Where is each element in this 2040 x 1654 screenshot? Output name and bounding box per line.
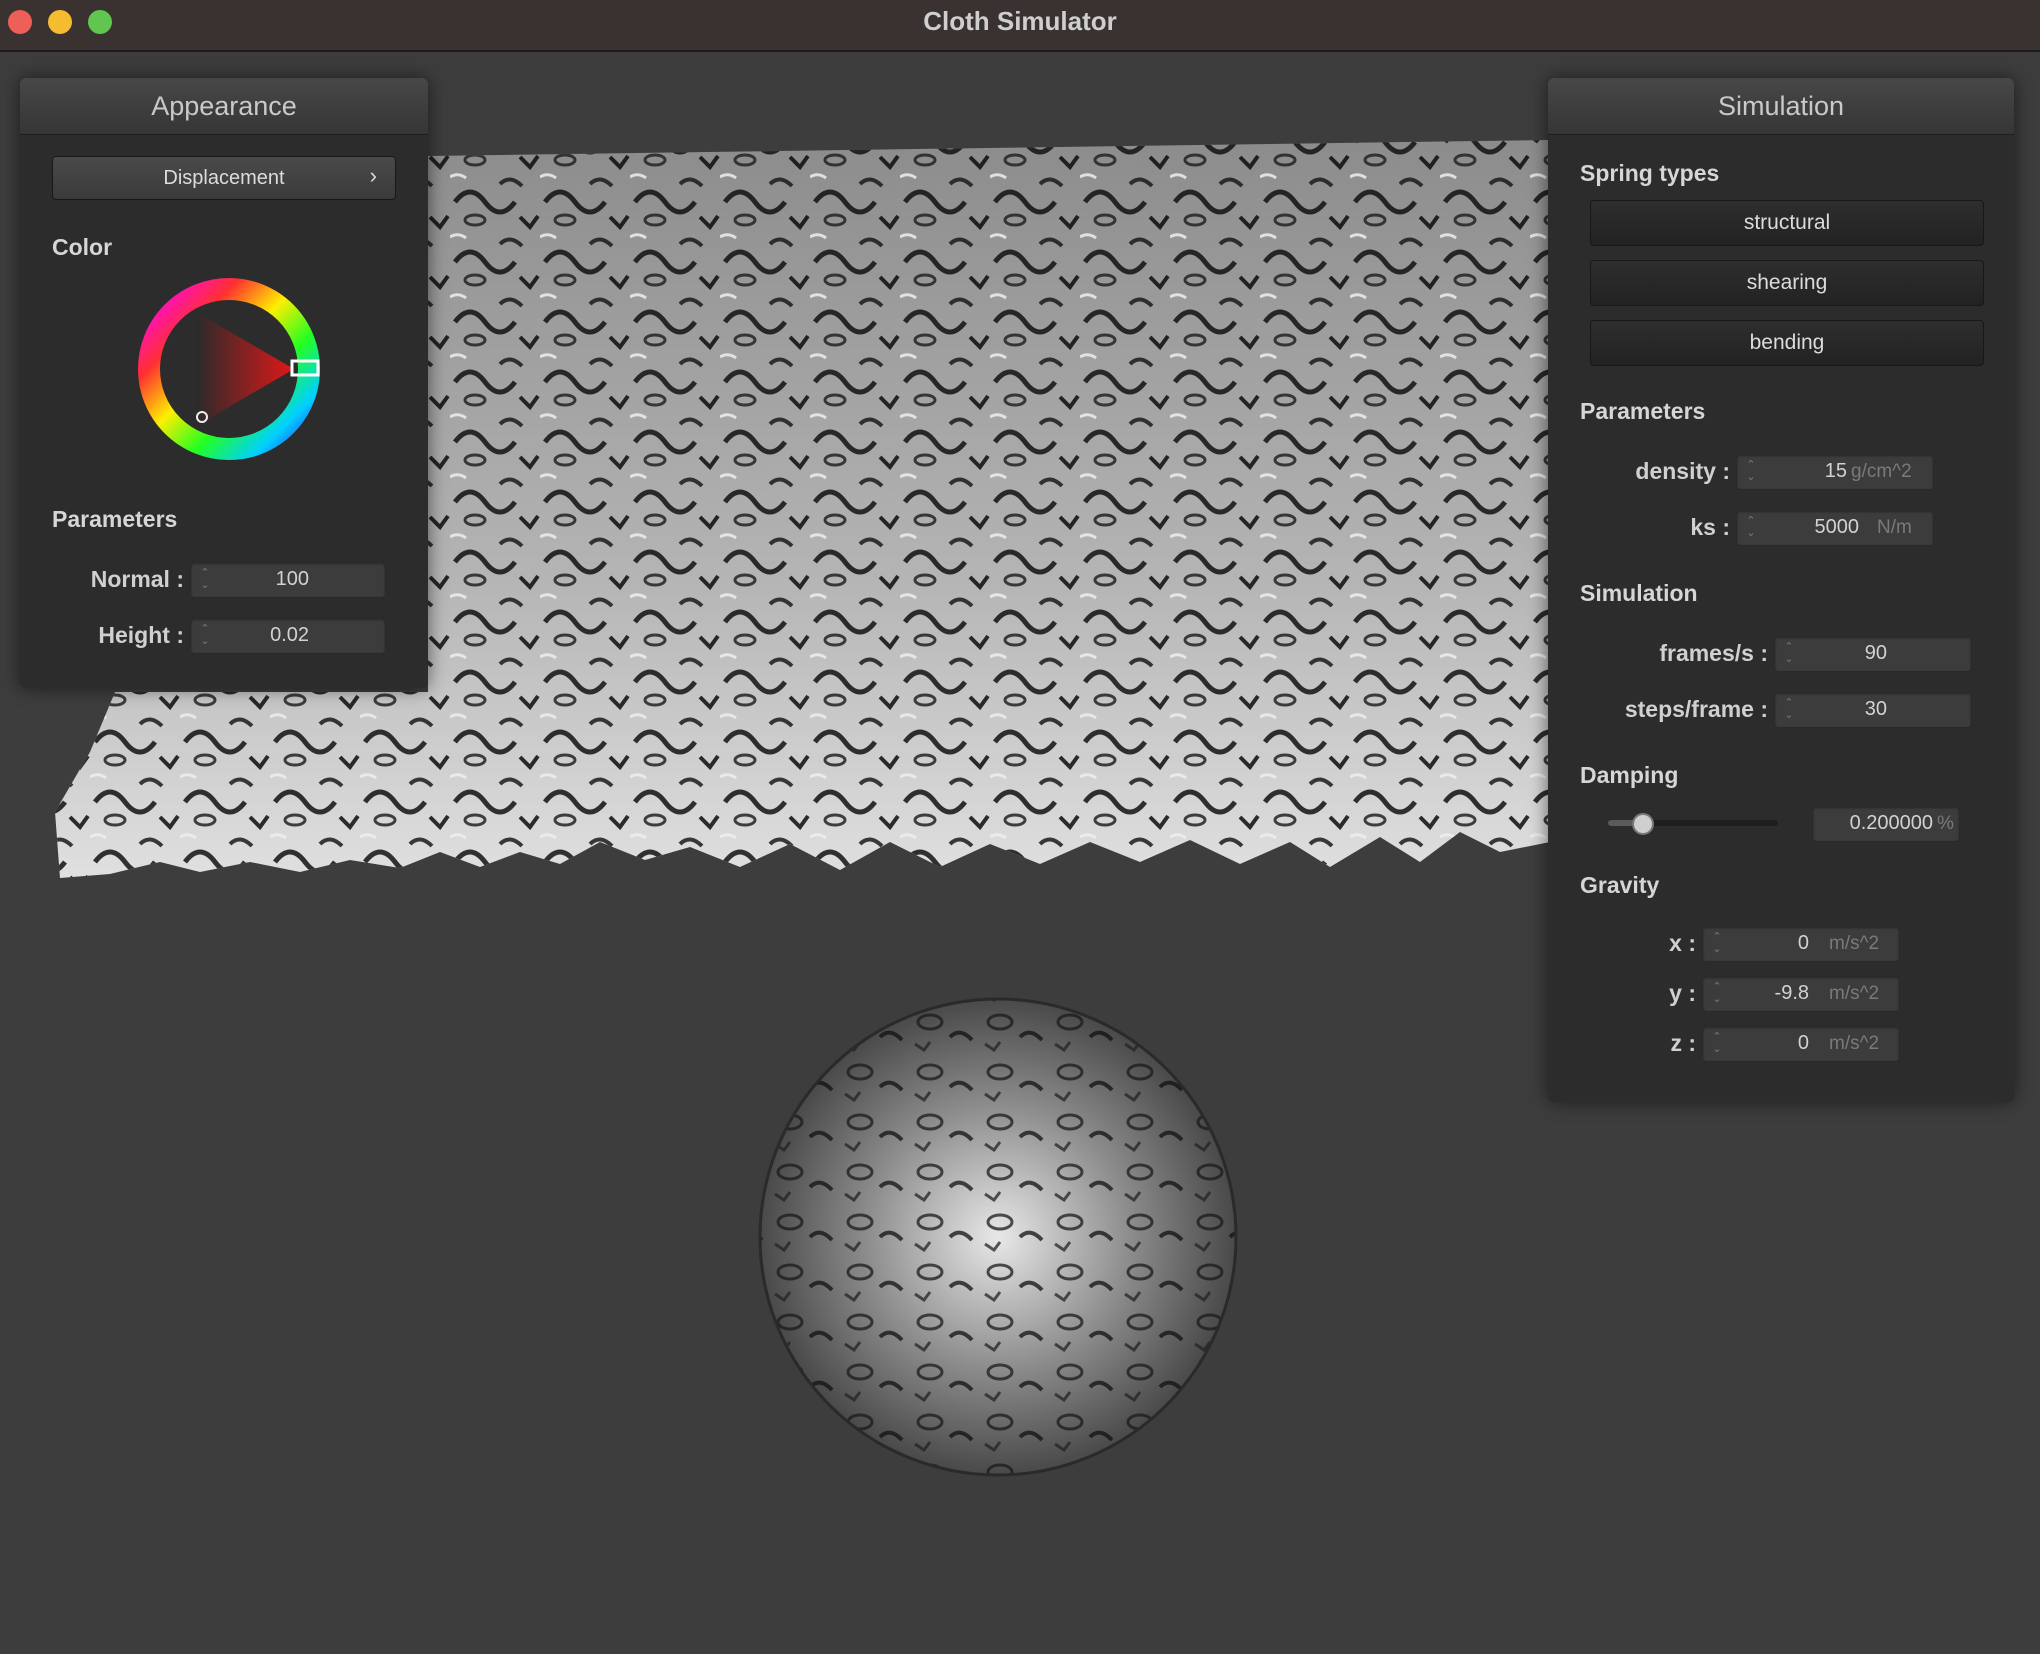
gravity-x-value: 0	[1797, 932, 1809, 954]
gravity-z-label: z :	[1670, 1030, 1696, 1056]
steps-value: 30	[1864, 698, 1887, 720]
structural-button[interactable]: structural	[1590, 200, 1984, 246]
window-title: Cloth Simulator	[923, 6, 1117, 36]
height-label: Height :	[98, 622, 184, 648]
spinner-icon[interactable]: ⌃ ⌄	[199, 567, 211, 593]
gravity-y-input[interactable]: ⌃ ⌄ -9.8 m/s^2	[1702, 976, 1900, 1012]
spinner-icon[interactable]: ⌃ ⌄	[1745, 515, 1757, 541]
damping-title: Damping	[1580, 762, 1679, 788]
bending-button[interactable]: bending	[1590, 320, 1984, 366]
gravity-title: Gravity	[1580, 872, 1660, 898]
spinner-icon[interactable]: ⌃ ⌄	[1783, 641, 1795, 667]
color-section-title: Color	[52, 234, 113, 260]
fps-input[interactable]: ⌃ ⌄ 90	[1774, 636, 1972, 672]
ks-label: ks :	[1690, 514, 1730, 540]
color-wheel[interactable]	[134, 274, 324, 464]
fps-value: 90	[1864, 642, 1887, 664]
density-value: 15	[1824, 460, 1847, 482]
steps-input[interactable]: ⌃ ⌄ 30	[1774, 692, 1972, 728]
fps-label: frames/s :	[1659, 640, 1768, 666]
gravity-y-label: y :	[1669, 980, 1696, 1006]
damping-value: 0.200000	[1849, 812, 1933, 834]
normal-input[interactable]: ⌃ ⌄ 100	[190, 562, 386, 598]
damping-unit: %	[1937, 813, 1954, 834]
damping-slider[interactable]	[1608, 813, 1778, 835]
gravity-z-value: 0	[1797, 1032, 1809, 1054]
spinner-icon[interactable]: ⌃ ⌄	[1783, 697, 1795, 723]
simulation-section-title: Simulation	[1580, 580, 1698, 606]
height-value: 0.02	[270, 624, 309, 646]
gravity-x-label: x :	[1669, 930, 1696, 956]
sim-params-title: Parameters	[1580, 398, 1706, 424]
normal-value: 100	[275, 568, 309, 590]
ks-input[interactable]: ⌃ ⌄ 5000 N/m	[1736, 510, 1934, 546]
shader-dropdown[interactable]: Displacement ›	[52, 156, 396, 200]
gravity-y-value: -9.8	[1774, 982, 1809, 1004]
spinner-icon[interactable]: ⌃ ⌄	[1711, 931, 1723, 957]
shearing-button[interactable]: shearing	[1590, 260, 1984, 306]
steps-label: steps/frame :	[1624, 696, 1768, 722]
spinner-icon[interactable]: ⌃ ⌄	[1745, 459, 1757, 485]
title-bar: Cloth Simulator	[0, 0, 2040, 52]
appearance-panel-title[interactable]: Appearance	[20, 78, 428, 135]
appearance-params-title: Parameters	[52, 506, 178, 532]
ks-unit: N/m	[1877, 517, 1912, 538]
gravity-z-unit: m/s^2	[1829, 1033, 1880, 1054]
collision-sphere	[758, 997, 1238, 1477]
ks-value: 5000	[1814, 516, 1860, 538]
simulation-panel: Simulation Spring types structural shear…	[1548, 78, 2014, 1102]
gravity-x-input[interactable]: ⌃ ⌄ 0 m/s^2	[1702, 926, 1900, 962]
spinner-icon[interactable]: ⌃ ⌄	[1711, 981, 1723, 1007]
shader-label: Displacement	[163, 167, 285, 189]
chevron-right-icon: ›	[369, 163, 377, 188]
density-unit: g/cm^2	[1851, 461, 1912, 482]
gravity-z-input[interactable]: ⌃ ⌄ 0 m/s^2	[1702, 1026, 1900, 1062]
gravity-x-unit: m/s^2	[1829, 933, 1880, 954]
appearance-panel: Appearance Displacement › Color Paramete…	[20, 78, 428, 688]
spring-types-title: Spring types	[1580, 160, 1720, 186]
height-input[interactable]: ⌃ ⌄ 0.02	[190, 618, 386, 654]
density-label: density :	[1635, 458, 1730, 484]
damping-input[interactable]: 0.200000 %	[1812, 806, 1960, 842]
spinner-icon[interactable]: ⌃ ⌄	[199, 623, 211, 649]
normal-label: Normal :	[90, 566, 184, 592]
simulation-panel-title[interactable]: Simulation	[1548, 78, 2014, 135]
density-input[interactable]: ⌃ ⌄ 15 g/cm^2	[1736, 454, 1934, 490]
spinner-icon[interactable]: ⌃ ⌄	[1711, 1031, 1723, 1057]
slider-knob[interactable]	[1632, 813, 1654, 835]
gravity-y-unit: m/s^2	[1829, 983, 1880, 1004]
